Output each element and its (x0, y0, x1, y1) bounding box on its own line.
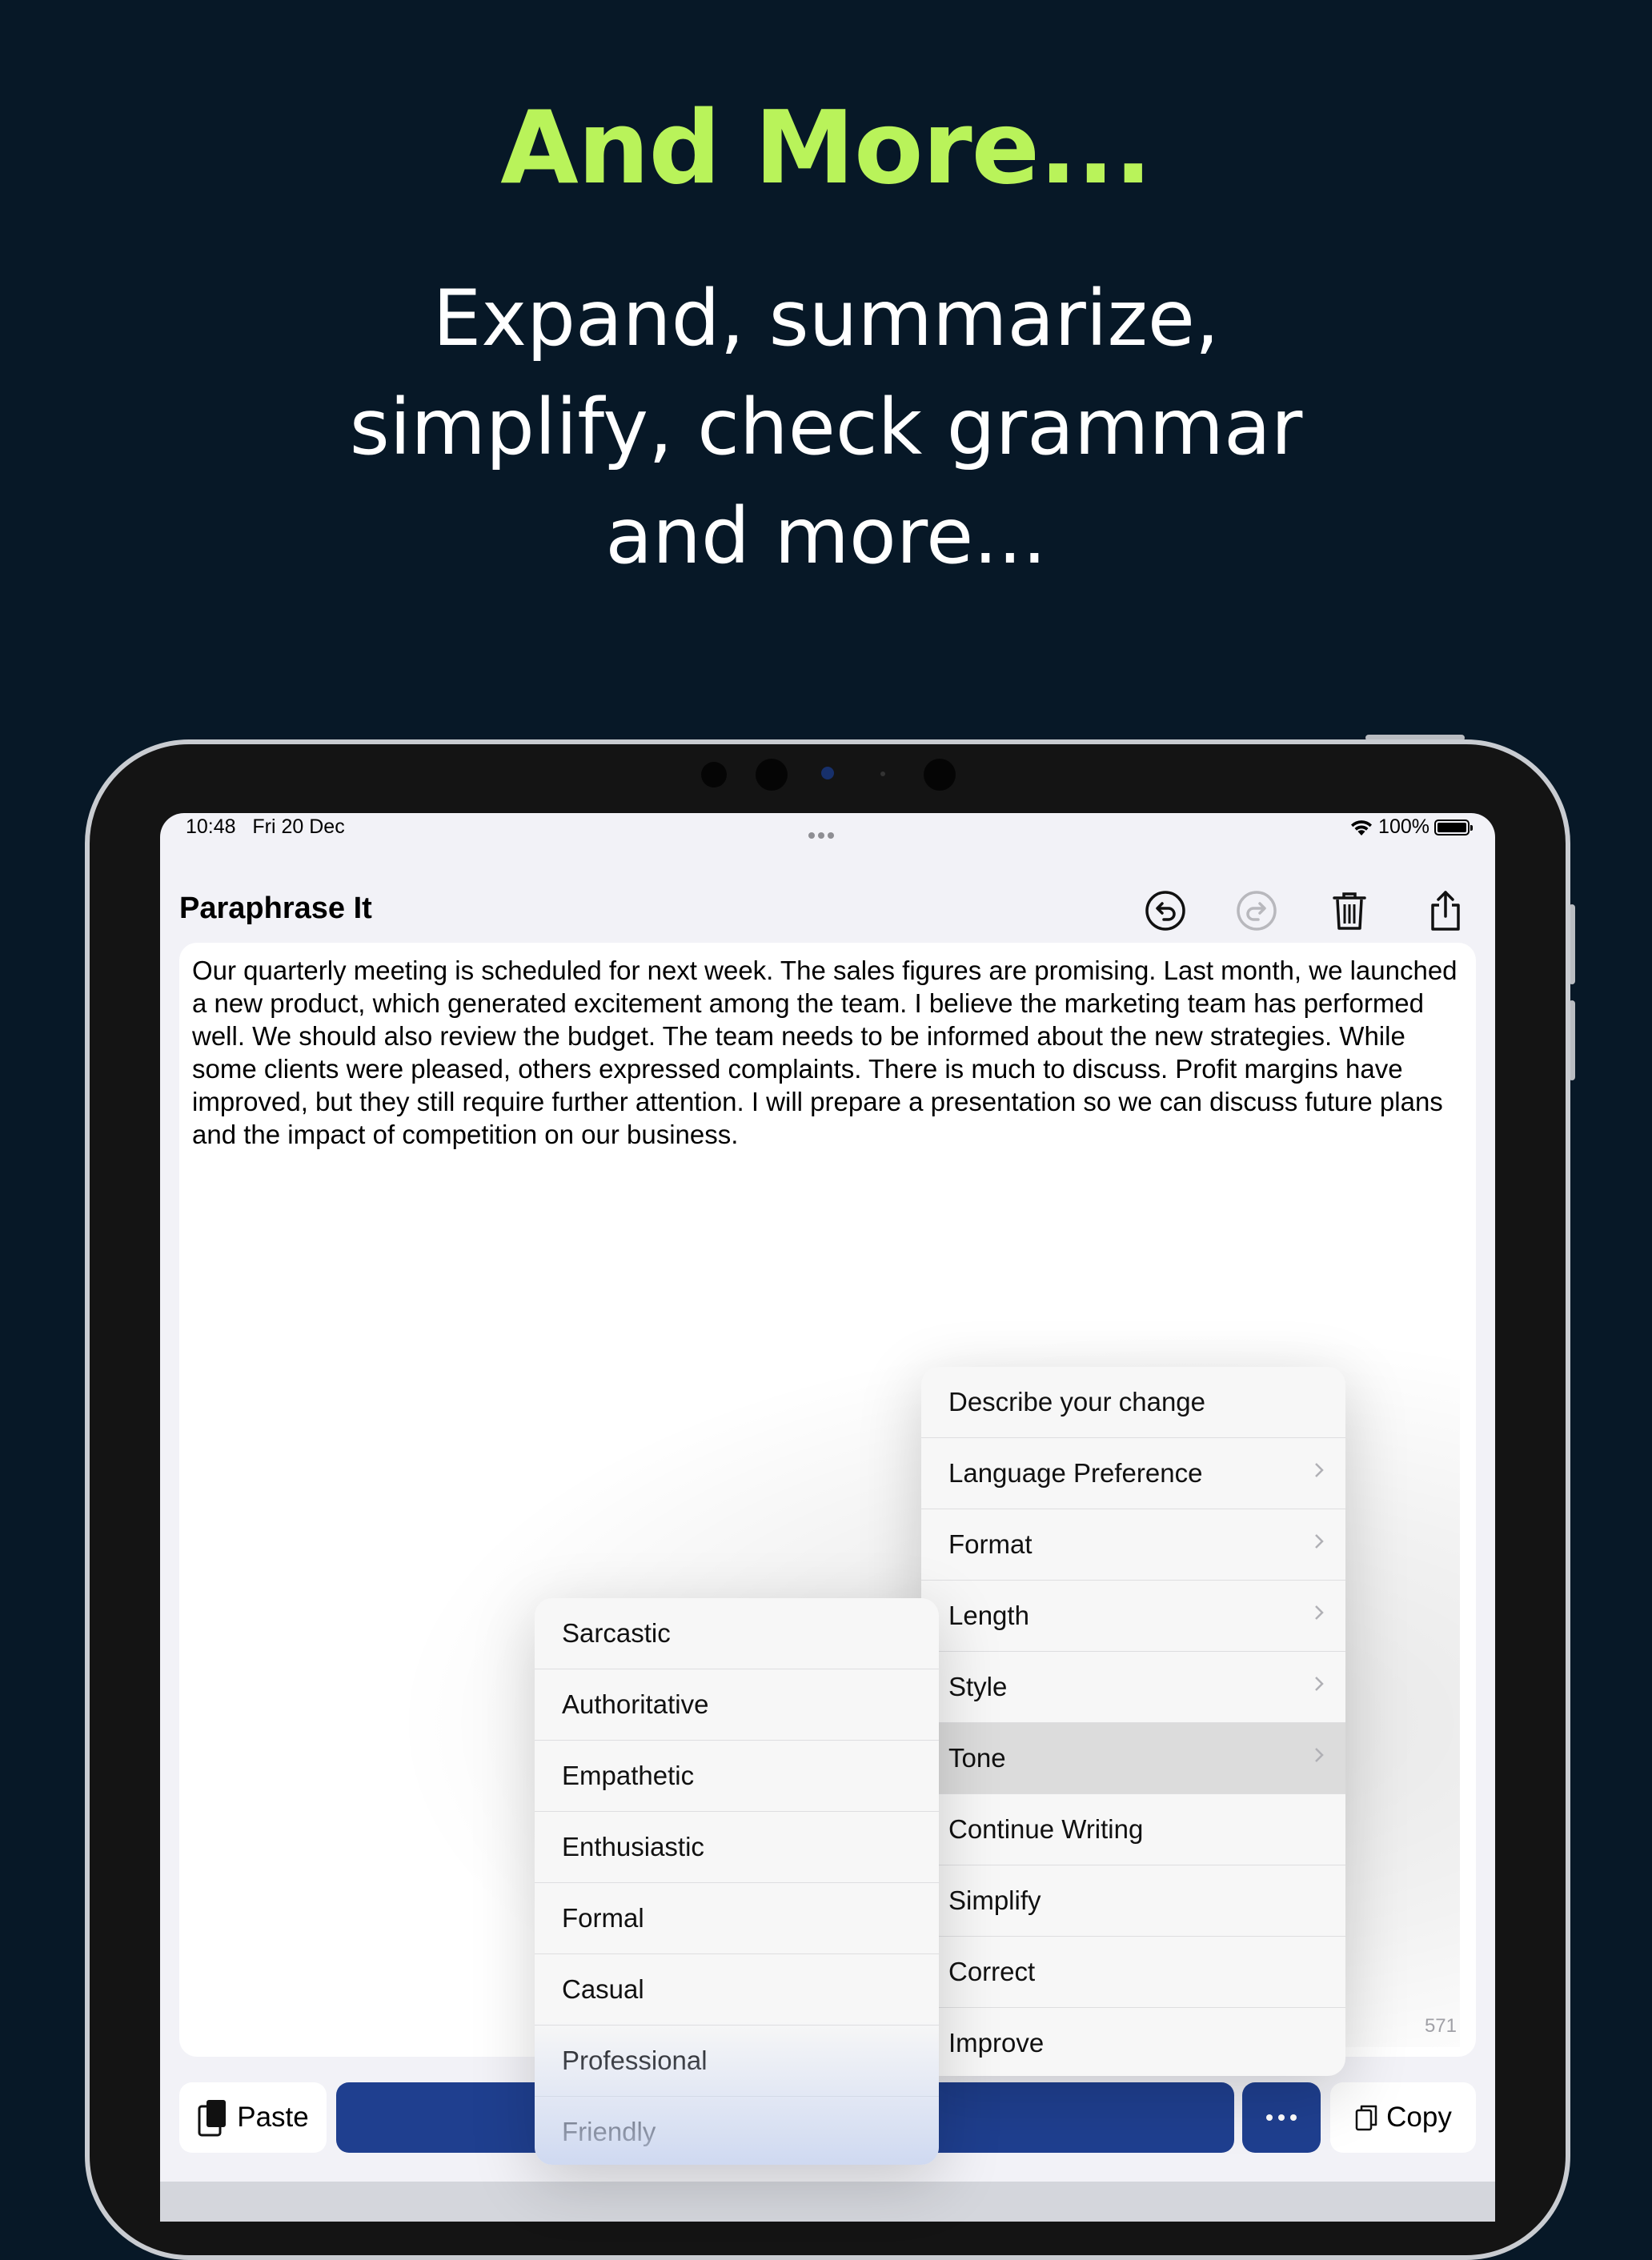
status-right: 100% (1349, 815, 1473, 839)
status-time: 10:48 Fri 20 Dec (186, 815, 345, 839)
copy-label: Copy (1386, 2102, 1452, 2133)
multitasking-handle[interactable] (808, 821, 837, 844)
menu-item-label: Tone (948, 1743, 1006, 1773)
tone-item-label: Sarcastic (562, 1618, 671, 1648)
tone-item-label: Formal (562, 1903, 644, 1933)
undo-icon (1145, 891, 1185, 931)
menu-item-describe-change[interactable]: Describe your change (921, 1367, 1345, 1438)
ellipsis-icon (1266, 2114, 1273, 2121)
status-date: Fri 20 Dec (252, 815, 345, 838)
menu-item-tone[interactable]: Tone (921, 1723, 1345, 1794)
tone-submenu: Sarcastic Authoritative Empathetic Enthu… (535, 1598, 939, 2165)
tone-item-professional[interactable]: Professional (535, 2026, 939, 2097)
chevron-right-icon (1315, 1534, 1324, 1549)
tone-item-enthusiastic[interactable]: Enthusiastic (535, 1812, 939, 1883)
promo-headline: And More... (500, 89, 1152, 206)
menu-item-simplify[interactable]: Simplify (921, 1865, 1345, 1937)
subheadline-line-2: simplify, check grammar (349, 383, 1303, 472)
chevron-right-icon (1315, 1677, 1324, 1691)
menu-item-correct[interactable]: Correct (921, 1937, 1345, 2008)
tone-item-label: Authoritative (562, 1689, 709, 1719)
tone-item-friendly[interactable]: Friendly (535, 2097, 939, 2165)
paste-icon (198, 2100, 227, 2137)
menu-item-label: Correct (948, 1957, 1036, 1986)
trash-icon (1333, 892, 1366, 930)
copy-icon (1355, 2105, 1377, 2131)
editor-text[interactable]: Our quarterly meeting is scheduled for n… (192, 954, 1473, 1151)
menu-item-improve[interactable]: Improve (921, 2008, 1345, 2076)
status-time-value: 10:48 (186, 815, 236, 838)
camera-sensor (880, 771, 885, 776)
menu-item-style[interactable]: Style (921, 1652, 1345, 1723)
camera-sensor (924, 759, 956, 791)
subheadline-line-3: and more... (605, 491, 1047, 581)
tone-item-label: Casual (562, 1974, 644, 2004)
app-title: Paraphrase It (179, 892, 372, 925)
undo-button[interactable] (1141, 887, 1189, 935)
menu-item-label: Continue Writing (948, 1814, 1144, 1844)
battery-icon (1434, 819, 1473, 835)
menu-item-label: Simplify (948, 1885, 1041, 1915)
battery-percent: 100% (1378, 815, 1429, 838)
chevron-right-icon (1315, 1605, 1324, 1620)
tone-item-authoritative[interactable]: Authoritative (535, 1669, 939, 1741)
ellipsis-icon (1278, 2114, 1285, 2121)
subheadline-line-1: Expand, summarize, (432, 274, 1220, 363)
menu-item-continue-writing[interactable]: Continue Writing (921, 1794, 1345, 1865)
navigation-bar: Paraphrase It (160, 871, 1495, 948)
tone-item-formal[interactable]: Formal (535, 1883, 939, 1954)
camera-lens-icon (821, 767, 834, 779)
character-count: 571 (1424, 2015, 1457, 2037)
rewrite-options-menu: Describe your change Language Preference… (921, 1367, 1345, 2076)
menu-item-label: Language Preference (948, 1458, 1203, 1488)
keyboard-edge (160, 2182, 1495, 2222)
delete-button[interactable] (1325, 887, 1373, 935)
tone-item-label: Enthusiastic (562, 1832, 704, 1861)
ellipsis-icon (1290, 2114, 1297, 2121)
wifi-icon (1351, 819, 1373, 835)
more-options-button[interactable] (1242, 2082, 1321, 2153)
menu-item-label: Improve (948, 2028, 1045, 2058)
menu-item-label: Length (948, 1601, 1029, 1630)
copy-button[interactable]: Copy (1330, 2082, 1476, 2153)
menu-item-label: Describe your change (948, 1387, 1206, 1417)
paste-button[interactable]: Paste (179, 2082, 327, 2153)
menu-item-label: Style (948, 1672, 1008, 1701)
tone-item-casual[interactable]: Casual (535, 1954, 939, 2026)
share-button[interactable] (1421, 887, 1470, 935)
chevron-right-icon (1315, 1463, 1324, 1477)
camera-sensor (701, 762, 727, 787)
tone-item-sarcastic[interactable]: Sarcastic (535, 1598, 939, 1669)
status-bar: 10:48 Fri 20 Dec 100% (160, 813, 1495, 853)
redo-icon (1237, 891, 1277, 931)
tone-item-empathetic[interactable]: Empathetic (535, 1741, 939, 1812)
redo-button[interactable] (1233, 887, 1281, 935)
tone-item-label: Empathetic (562, 1761, 695, 1790)
promo-subheadline: Expand, summarize, simplify, check gramm… (0, 264, 1652, 591)
share-icon (1431, 891, 1460, 931)
chevron-right-icon (1315, 1748, 1324, 1762)
tone-item-label: Friendly (562, 2117, 656, 2146)
camera-sensor (756, 759, 788, 791)
menu-item-label: Format (948, 1529, 1032, 1559)
tone-item-label: Professional (562, 2046, 708, 2075)
menu-item-language-preference[interactable]: Language Preference (921, 1438, 1345, 1509)
menu-item-format[interactable]: Format (921, 1509, 1345, 1581)
menu-item-length[interactable]: Length (921, 1581, 1345, 1652)
paste-label: Paste (237, 2102, 309, 2133)
